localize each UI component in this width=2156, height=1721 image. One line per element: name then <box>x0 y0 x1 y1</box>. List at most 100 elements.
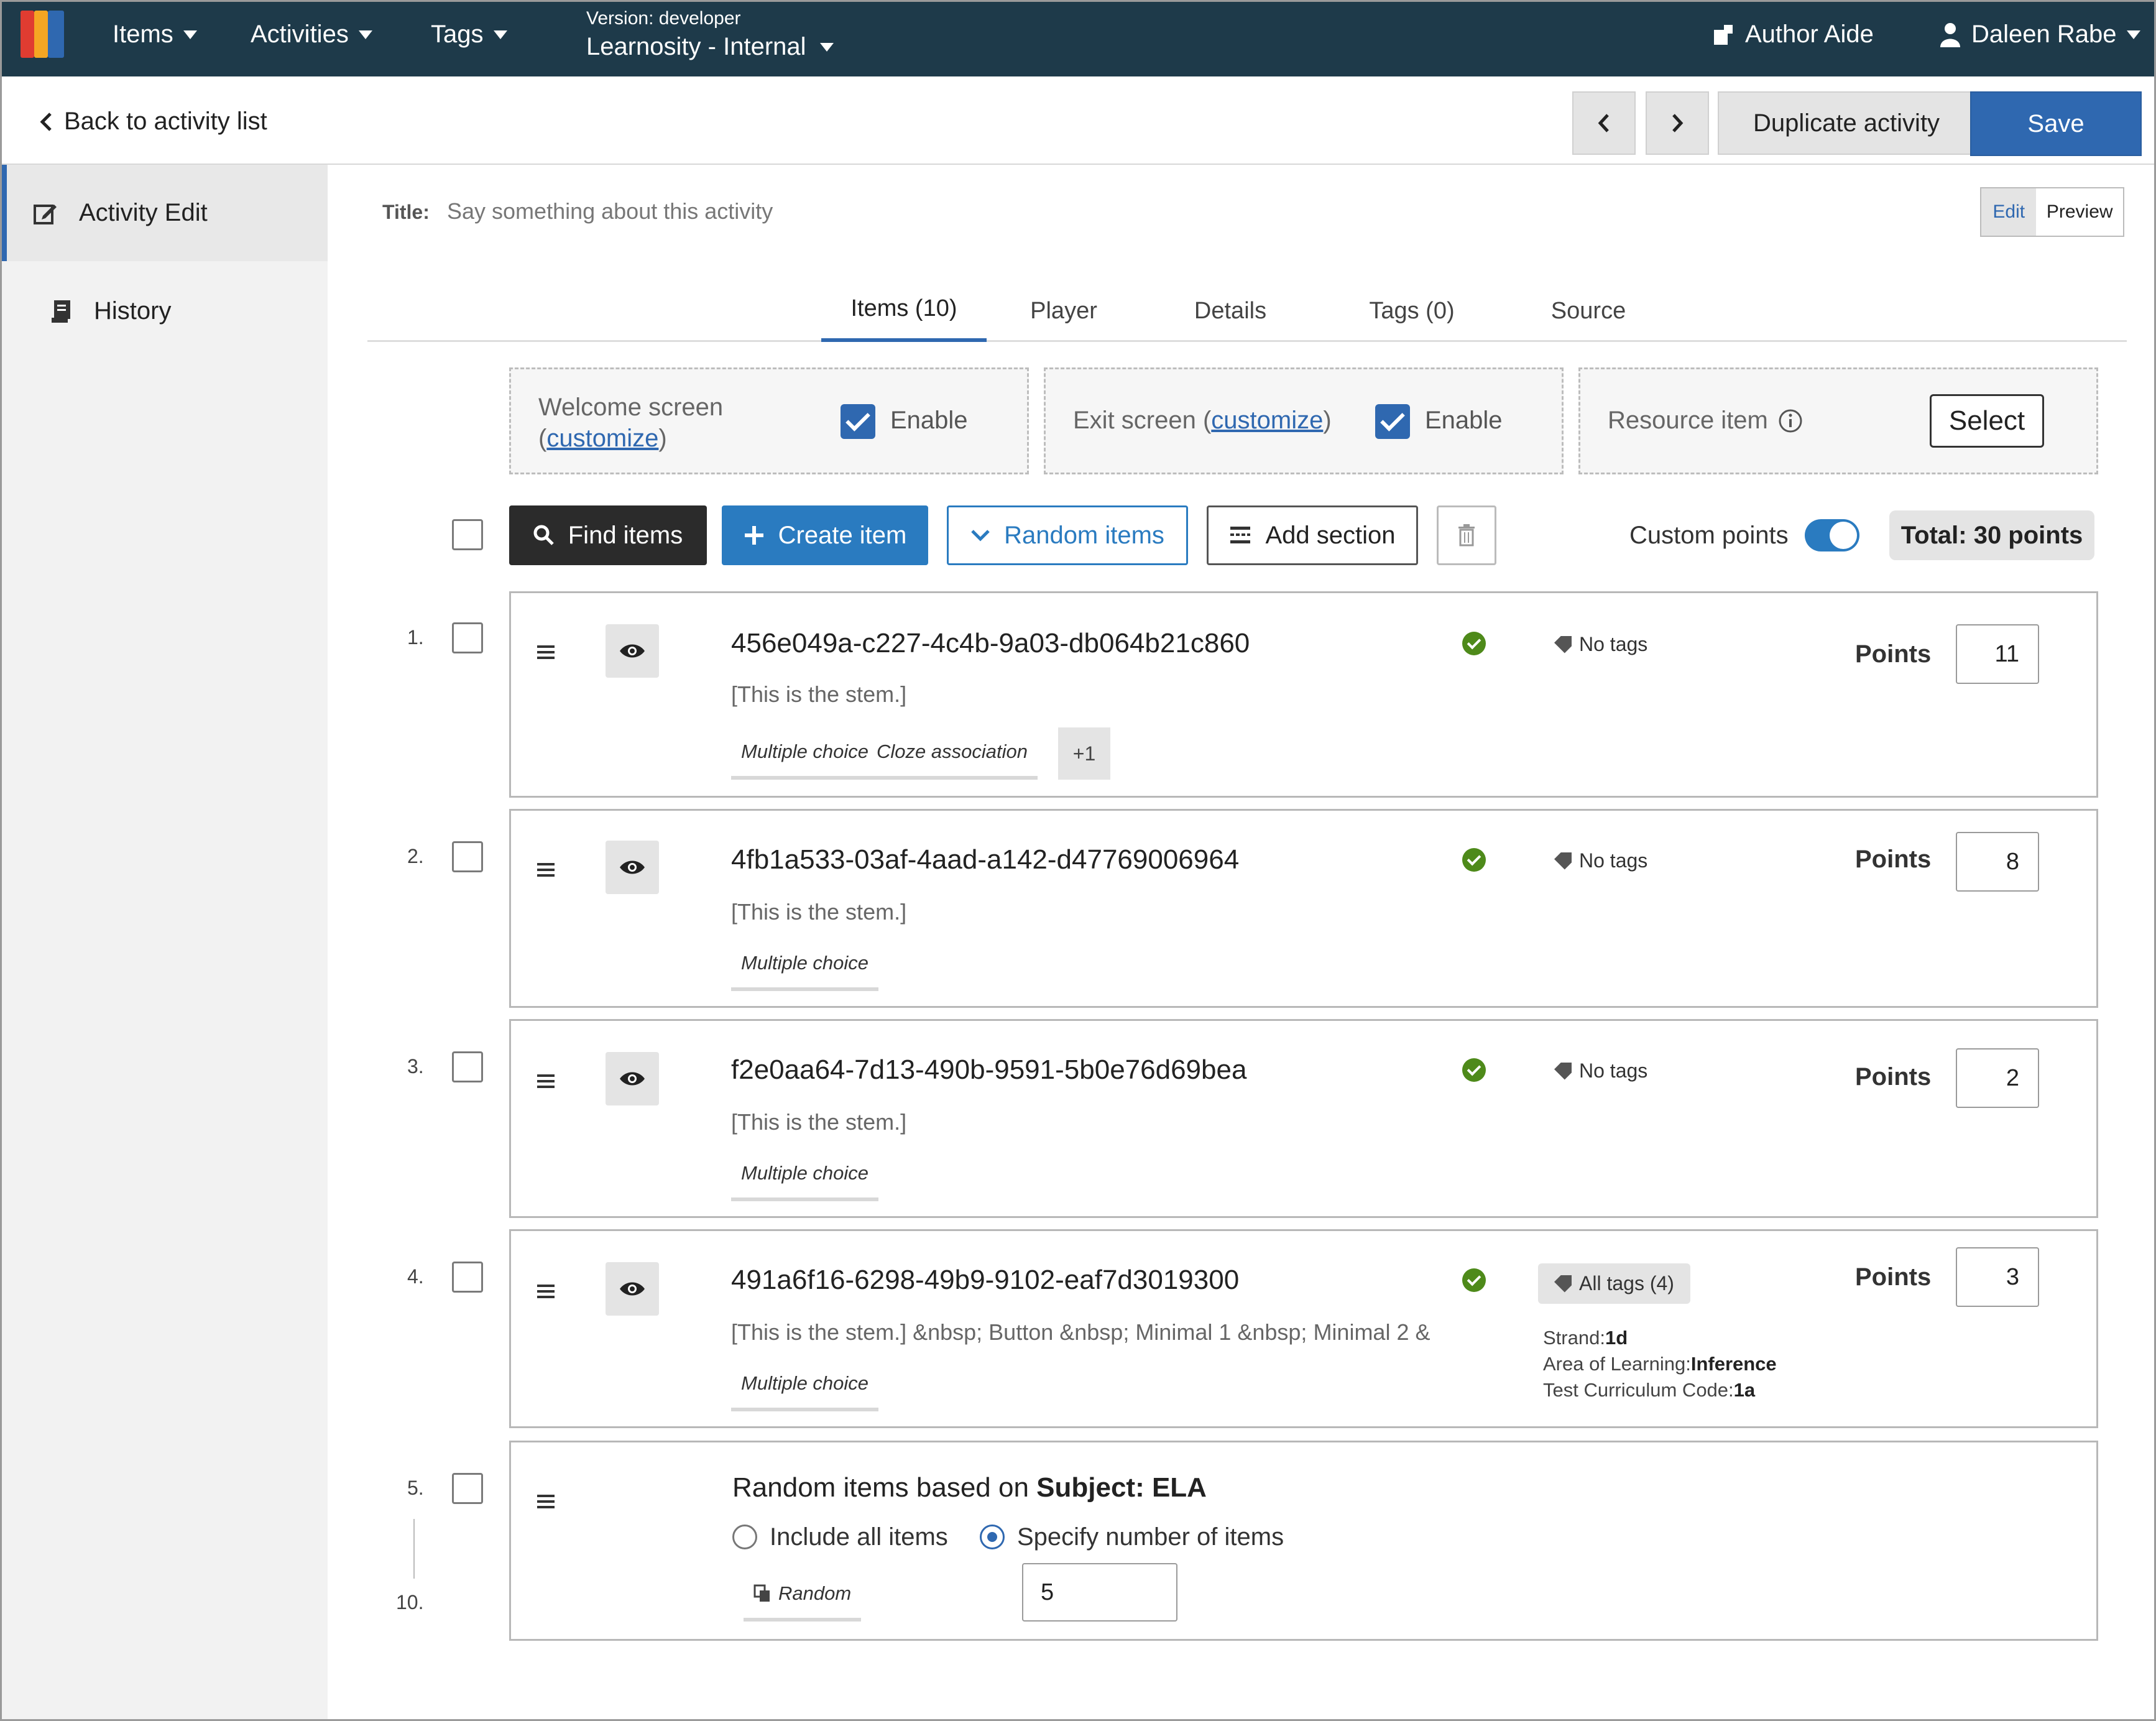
question-type-tag: Multiple choice <box>731 1149 879 1201</box>
eye-icon <box>620 644 645 658</box>
row-number: 3. <box>407 1055 424 1077</box>
nav-tags-menu[interactable]: Tags <box>431 21 507 48</box>
previous-activity-button[interactable] <box>1572 91 1636 155</box>
section-icon <box>1230 527 1251 543</box>
specify-number-radio[interactable] <box>980 1525 1005 1549</box>
item-checkbox[interactable] <box>452 622 483 653</box>
sidebar-item-activity-edit[interactable]: Activity Edit <box>2 165 328 261</box>
welcome-screen-label: Welcome screen <box>538 394 724 421</box>
tab-tags[interactable]: Tags (0) <box>1356 298 1468 325</box>
drag-handle-icon[interactable] <box>537 1074 555 1088</box>
valid-check-icon <box>1462 1268 1486 1292</box>
title-input[interactable]: Say something about this activity <box>447 198 773 224</box>
nav-activities-menu[interactable]: Activities <box>251 21 372 48</box>
random-items-label: Random items <box>1004 521 1164 549</box>
item-reference[interactable]: f2e0aa64-7d13-490b-9591-5b0e76d69bea <box>731 1054 1246 1086</box>
tab-items[interactable]: Items (10) <box>821 295 987 322</box>
random-tag: Random <box>744 1569 862 1622</box>
section-checkbox[interactable] <box>452 1473 483 1504</box>
chevron-left-icon <box>1598 114 1609 132</box>
copy-icon <box>753 1584 770 1602</box>
welcome-screen-box: Welcome screen (customize) Enable <box>509 367 1029 474</box>
welcome-customize-link[interactable]: customize <box>546 425 658 452</box>
item-reference[interactable]: 456e049a-c227-4c4b-9a03-db064b21c860 <box>731 628 1250 659</box>
points-label: Points <box>1855 640 1932 668</box>
preview-item-button[interactable] <box>606 841 659 894</box>
tab-details[interactable]: Details <box>1174 298 1286 325</box>
exit-enable-checkbox[interactable] <box>1375 404 1410 439</box>
random-section-heading: Random items based on Subject: ELA <box>732 1472 1207 1503</box>
author-aide-button[interactable]: Author Aide <box>1713 21 1874 48</box>
all-tags-button[interactable]: All tags (4) <box>1538 1263 1690 1304</box>
item-count-input[interactable]: 5 <box>1022 1563 1177 1622</box>
nav-activities-label: Activities <box>251 21 349 48</box>
points-input[interactable]: 8 <box>1956 832 2039 892</box>
duplicate-activity-button[interactable]: Duplicate activity <box>1718 91 1975 155</box>
preview-mode-button[interactable]: Preview <box>2036 188 2123 236</box>
points-input[interactable]: 3 <box>1956 1247 2039 1307</box>
item-checkbox[interactable] <box>452 1051 483 1082</box>
custom-points-toggle[interactable] <box>1805 519 1859 551</box>
points-input[interactable]: 11 <box>1956 624 2039 684</box>
more-types-tag[interactable]: +1 <box>1058 727 1110 780</box>
trash-icon <box>1458 524 1475 547</box>
valid-check-icon <box>1462 848 1486 872</box>
points-input[interactable]: 2 <box>1956 1048 2039 1108</box>
next-activity-button[interactable] <box>1646 91 1709 155</box>
total-points-badge: Total: 30 points <box>1889 510 2094 560</box>
info-icon[interactable] <box>1778 408 1803 433</box>
drag-handle-icon[interactable] <box>537 645 555 659</box>
include-all-radio[interactable] <box>732 1525 757 1549</box>
nav-items-menu[interactable]: Items <box>113 21 197 48</box>
row-number: 4. <box>407 1265 424 1288</box>
tab-source[interactable]: Source <box>1532 298 1644 325</box>
item-checkbox[interactable] <box>452 841 483 872</box>
tab-player[interactable]: Player <box>1008 298 1120 325</box>
create-item-button[interactable]: Create item <box>722 505 928 565</box>
preview-item-button[interactable] <box>606 1262 659 1316</box>
points-label: Points <box>1855 1063 1932 1091</box>
select-all-checkbox[interactable] <box>452 519 483 550</box>
learnosity-logo[interactable] <box>21 11 70 58</box>
user-menu[interactable]: Daleen Rabe <box>1939 21 2140 48</box>
item-reference[interactable]: 4fb1a533-03af-4aad-a142-d47769006964 <box>731 844 1239 875</box>
row-number-start: 5. <box>407 1477 424 1499</box>
item-stem: [This is the stem.] <box>731 1109 907 1135</box>
item-tags: No tags <box>1554 1059 1647 1082</box>
random-items-button[interactable]: Random items <box>947 505 1188 565</box>
app-frame: Items Activities Tags Version: developer… <box>0 0 2156 1721</box>
top-nav: Items Activities Tags Version: developer… <box>2 2 2154 76</box>
add-section-button[interactable]: Add section <box>1207 505 1418 565</box>
plus-icon <box>744 526 763 545</box>
edit-mode-button[interactable]: Edit <box>1981 188 2037 236</box>
specify-number-label: Specify number of items <box>1017 1523 1284 1551</box>
drag-handle-icon[interactable] <box>537 1495 555 1508</box>
tags-label: No tags <box>1579 633 1648 655</box>
item-reference[interactable]: 491a6f16-6298-49b9-9102-eaf7d3019300 <box>731 1265 1239 1296</box>
item-row: 4fb1a533-03af-4aad-a142-d47769006964 [Th… <box>509 809 2098 1008</box>
drag-handle-icon[interactable] <box>537 1285 555 1298</box>
preview-item-button[interactable] <box>606 1052 659 1105</box>
exit-customize-link[interactable]: customize <box>1211 407 1323 434</box>
item-checkbox[interactable] <box>452 1262 483 1293</box>
tag-meta-curriculum-code: Test Curriculum Code:1a <box>1543 1379 1756 1401</box>
nav-items-label: Items <box>113 21 173 48</box>
question-type-tag: Cloze association <box>867 727 1038 780</box>
welcome-enable-checkbox[interactable] <box>841 404 875 439</box>
tag-icon <box>1554 635 1572 653</box>
item-stem: [This is the stem.] &nbsp; Button &nbsp;… <box>731 1319 1430 1345</box>
preview-item-button[interactable] <box>606 624 659 678</box>
eye-icon <box>620 860 645 874</box>
org-switcher[interactable]: Version: developer Learnosity - Internal <box>586 8 834 61</box>
save-button[interactable]: Save <box>1970 91 2142 156</box>
row-number: 1. <box>407 626 424 648</box>
back-to-activity-list-link[interactable]: Back to activity list <box>39 108 267 136</box>
resource-select-button[interactable]: Select <box>1930 394 2044 448</box>
drag-handle-icon[interactable] <box>537 863 555 877</box>
main-content: Title: Say something about this activity… <box>328 165 2154 1719</box>
find-items-button[interactable]: Find items <box>509 505 707 565</box>
question-type-tag: Multiple choice <box>731 939 879 991</box>
delete-selected-button[interactable] <box>1437 505 1496 565</box>
tag-meta-area-of-learning: Area of Learning:Inference <box>1543 1353 1777 1375</box>
sidebar-item-history[interactable]: History <box>2 263 328 359</box>
